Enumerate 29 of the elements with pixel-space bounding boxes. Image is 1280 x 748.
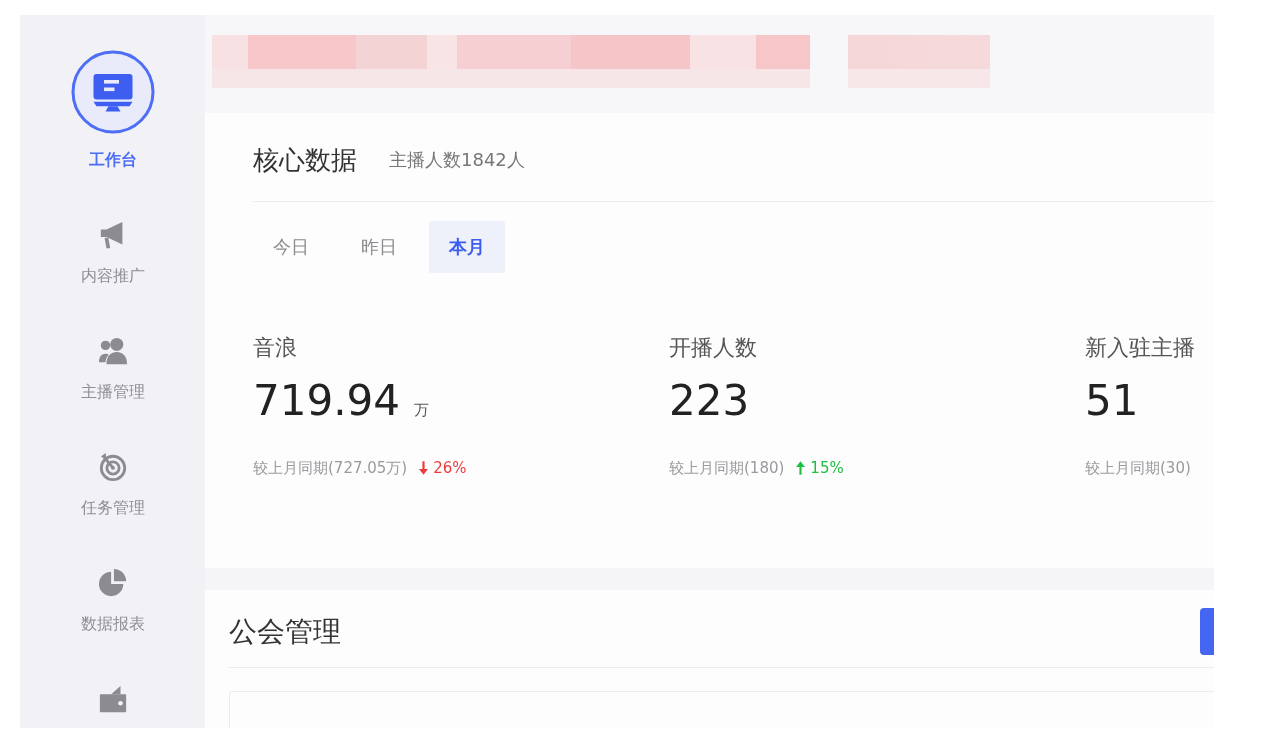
metric-value: 51 bbox=[1085, 378, 1139, 424]
sidebar-item[interactable]: 数据报表 bbox=[80, 568, 145, 634]
sidebar-item[interactable]: 工作台 bbox=[70, 50, 155, 170]
metric-unit: 万 bbox=[413, 401, 429, 420]
metric-value: 719.94 bbox=[253, 378, 400, 424]
comparison-text: 较上月同期(30) bbox=[1085, 458, 1191, 478]
section-title: 核心数据 bbox=[253, 143, 357, 177]
metric-label: 新入驻主播 bbox=[1085, 336, 1195, 360]
wallet-icon bbox=[97, 684, 128, 714]
comparison-text: 较上月同期(180) bbox=[669, 458, 785, 478]
tab[interactable]: 本月 bbox=[429, 221, 505, 273]
target-icon bbox=[97, 452, 128, 482]
tab[interactable]: 昨日 bbox=[341, 221, 417, 273]
sidebar-item[interactable]: 内容推广 bbox=[80, 220, 145, 286]
change-percent: 15% bbox=[810, 458, 844, 478]
metric-label: 开播人数 bbox=[669, 336, 757, 360]
tab[interactable]: 今日 bbox=[253, 221, 329, 273]
metric-label: 音浪 bbox=[253, 336, 297, 360]
sidebar-item[interactable]: 主播管理 bbox=[80, 336, 145, 402]
sidebar-item[interactable] bbox=[97, 684, 128, 714]
pie-chart-icon bbox=[97, 568, 128, 598]
section-title: 公会管理 bbox=[229, 613, 341, 650]
monitor-icon bbox=[70, 50, 155, 134]
anchor-count: 主播人数1842人 bbox=[389, 148, 525, 172]
change-percent: 26% bbox=[433, 458, 467, 478]
sidebar-item[interactable]: 任务管理 bbox=[80, 452, 145, 518]
people-icon bbox=[97, 336, 128, 366]
metric-value: 223 bbox=[669, 378, 750, 424]
comparison-text: 较上月同期(727.05万) bbox=[253, 458, 408, 478]
